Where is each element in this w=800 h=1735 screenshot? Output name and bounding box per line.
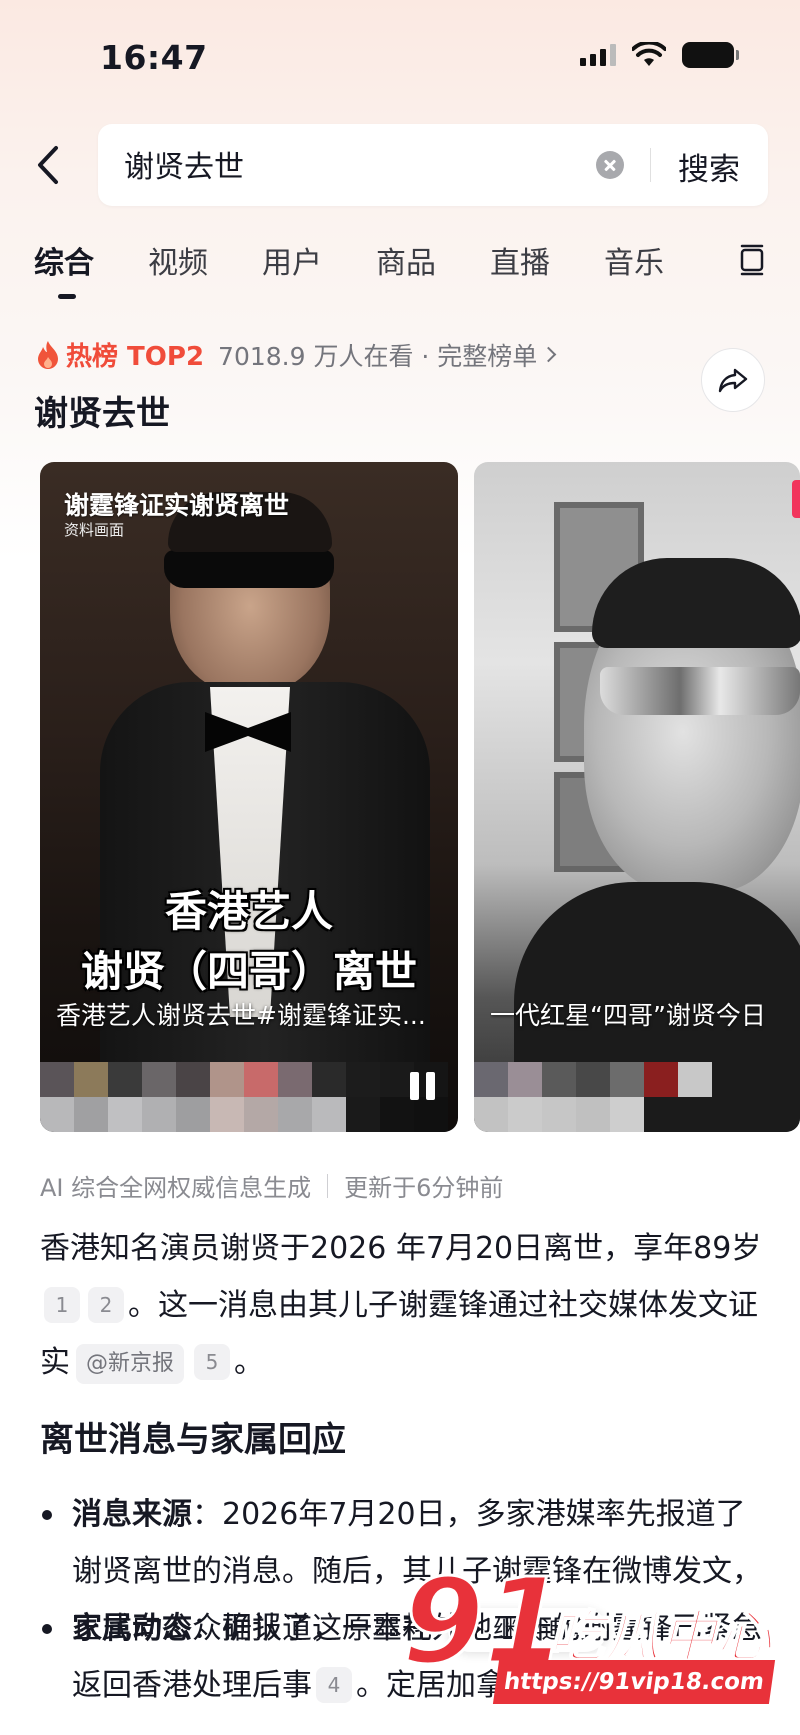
- clear-icon[interactable]: [596, 151, 624, 179]
- summary-text: 。: [234, 1345, 265, 1380]
- card-big-caption-1: 香港艺人: [164, 887, 333, 936]
- reference-badge[interactable]: 2: [88, 1287, 124, 1323]
- hot-rank-label: 热榜 TOP2: [66, 342, 205, 372]
- status-time: 16:47: [100, 38, 208, 77]
- card-overlay-title: 谢霆锋证实谢贤离世: [64, 491, 290, 520]
- glasses-shape: [600, 667, 800, 715]
- chevron-right-icon: [541, 346, 557, 363]
- search-divider: [650, 148, 651, 182]
- share-icon: [718, 368, 748, 393]
- hot-viewers: 7018.9 万人在看 · 完整榜单: [218, 341, 538, 371]
- active-tab-indicator: [58, 294, 76, 299]
- share-button[interactable]: [701, 348, 765, 412]
- search-tabs: 综合 视频 用户 商品 直播 音乐: [34, 238, 718, 282]
- video-caption: 香港艺人谢贤去世#谢霆锋证实...: [56, 1001, 426, 1030]
- topic-title: 谢贤去世: [34, 394, 170, 434]
- divider: [327, 1173, 329, 1198]
- hair-shape-2: [592, 558, 800, 648]
- summary-paragraph: 香港知名演员谢贤于2026 年7月20日离世，享年89岁1 2 。这一消息由其儿子谢…: [40, 1220, 770, 1391]
- video-card-1[interactable]: 谢霆锋证实谢贤离世 资料画面 香港艺人 谢贤（四哥）离世 香港艺人谢贤去世#谢霆…: [40, 462, 458, 1132]
- wifi-icon: [632, 42, 666, 66]
- filter-menu-icon[interactable]: [738, 244, 766, 276]
- search-button[interactable]: 搜索: [678, 144, 740, 189]
- card-big-caption-2: 谢贤（四哥）离世: [80, 947, 417, 996]
- tab-products[interactable]: 商品: [376, 238, 436, 282]
- search-input[interactable]: [124, 146, 564, 181]
- reference-badge[interactable]: 4: [316, 1667, 352, 1703]
- card-accent-bar: [792, 480, 800, 518]
- search-bar: 搜索: [98, 124, 768, 206]
- pixelated-strip: [40, 1062, 458, 1132]
- pixelated-strip: [474, 1062, 714, 1132]
- video-card-2[interactable]: 一代红星“四哥”谢贤今日: [474, 462, 800, 1132]
- source-tag[interactable]: @新京报: [76, 1344, 185, 1384]
- sunglasses-shape: [164, 550, 334, 588]
- tab-music[interactable]: 音乐: [604, 238, 664, 282]
- tab-users[interactable]: 用户: [262, 238, 322, 282]
- updated-time: 更新于6分钟前: [344, 1174, 504, 1202]
- tab-comprehensive[interactable]: 综合: [34, 238, 94, 282]
- bullet-label: 消息来源: [72, 1497, 192, 1532]
- bullet-label: 家属动态: [72, 1611, 192, 1646]
- ai-generated-label: AI 综合全网权威信息生成: [40, 1174, 312, 1202]
- battery-icon: [682, 42, 739, 68]
- reference-badge[interactable]: 5: [194, 1344, 231, 1380]
- video-caption: 一代红星“四哥”谢贤今日: [490, 1001, 766, 1030]
- watermark-url: https://91vip18.com: [492, 1660, 776, 1704]
- back-arrow-icon[interactable]: [30, 140, 70, 190]
- reference-badge[interactable]: 1: [44, 1287, 80, 1323]
- card-overlay-subtitle: 资料画面: [64, 521, 125, 539]
- signal-icon: [580, 44, 616, 66]
- tab-video[interactable]: 视频: [148, 238, 208, 282]
- status-icons: [580, 42, 739, 68]
- ai-source-note: AI 综合全网权威信息生成 更新于6分钟前: [40, 1168, 503, 1203]
- tab-live[interactable]: 直播: [490, 238, 550, 282]
- pause-icon[interactable]: [410, 1072, 436, 1100]
- flame-icon: [38, 340, 58, 369]
- section-title: 离世消息与家属回应: [40, 1420, 346, 1460]
- hot-list-row[interactable]: 热榜 TOP2 7018.9 万人在看 · 完整榜单: [34, 336, 557, 373]
- summary-text: 香港知名演员谢贤于2026 年7月20日离世，享年89岁: [40, 1231, 762, 1266]
